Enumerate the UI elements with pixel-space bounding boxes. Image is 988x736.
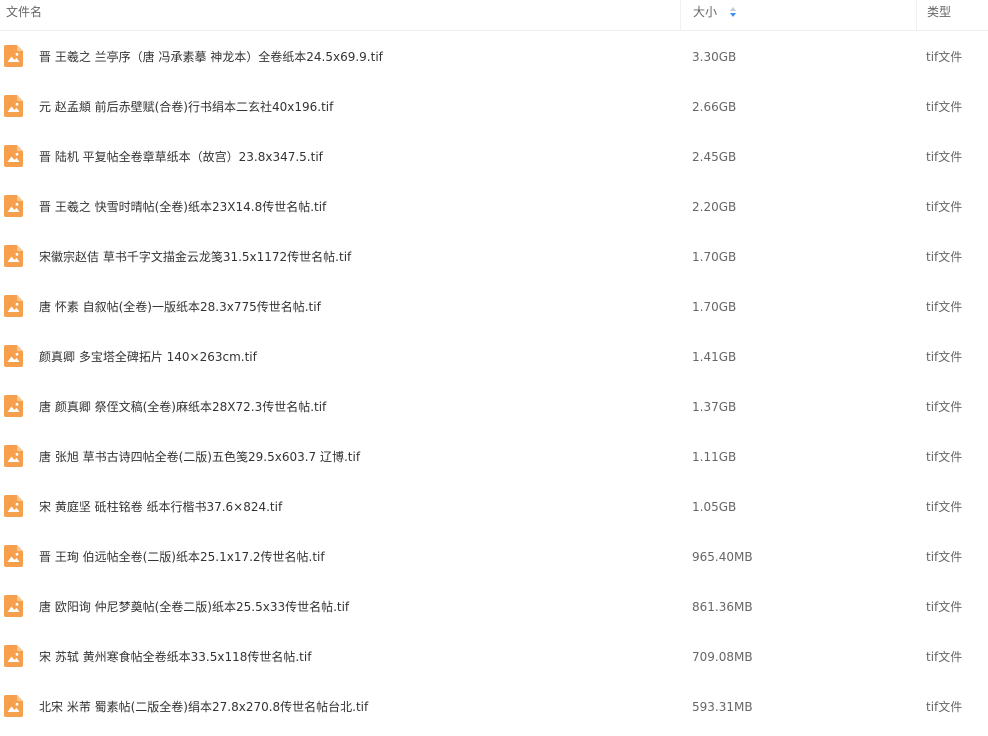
file-type: tif文件	[926, 400, 963, 414]
file-name[interactable]: 北宋 米芾 蜀素帖(二版全卷)绢本27.8x270.8传世名帖台北.tif	[39, 682, 368, 732]
file-type: tif文件	[926, 300, 963, 314]
image-file-icon	[4, 645, 23, 667]
file-size: 3.30GB	[692, 50, 737, 64]
image-file-icon	[4, 145, 23, 167]
file-row[interactable]: 晋 王羲之 兰亭序（唐 冯承素摹 神龙本）全卷纸本24.5x69.9.tif 3…	[0, 32, 988, 82]
file-name[interactable]: 晋 王珣 伯远帖全卷(二版)纸本25.1x17.2传世名帖.tif	[39, 532, 325, 582]
file-name[interactable]: 宋 黄庭坚 砥柱铭卷 纸本行楷书37.6×824.tif	[39, 482, 282, 532]
file-size: 1.11GB	[692, 450, 737, 464]
image-file-icon	[4, 695, 23, 717]
file-row[interactable]: 宋 苏轼 黄州寒食帖全卷纸本33.5x118传世名帖.tif 709.08MB …	[0, 632, 988, 682]
file-type: tif文件	[926, 350, 963, 364]
column-header-name[interactable]: 文件名	[0, 0, 680, 30]
file-name[interactable]: 唐 颜真卿 祭侄文稿(全卷)麻纸本28X72.3传世名帖.tif	[39, 382, 326, 432]
sort-descending-icon[interactable]	[729, 7, 736, 17]
file-name[interactable]: 晋 王羲之 兰亭序（唐 冯承素摹 神龙本）全卷纸本24.5x69.9.tif	[39, 32, 383, 82]
file-size: 965.40MB	[692, 550, 753, 564]
image-file-icon	[4, 245, 23, 267]
image-file-icon	[4, 595, 23, 617]
file-size: 2.66GB	[692, 100, 737, 114]
file-size: 1.70GB	[692, 250, 737, 264]
file-row[interactable]: 唐 张旭 草书古诗四帖全卷(二版)五色笺29.5x603.7 辽博.tif 1.…	[0, 432, 988, 482]
file-name[interactable]: 唐 怀素 自叙帖(全卷)一版纸本28.3x775传世名帖.tif	[39, 282, 321, 332]
file-type: tif文件	[926, 650, 963, 664]
file-type: tif文件	[926, 700, 963, 714]
column-header-type[interactable]: 类型	[916, 0, 988, 30]
image-file-icon	[4, 95, 23, 117]
file-size: 2.45GB	[692, 150, 737, 164]
file-type: tif文件	[926, 550, 963, 564]
file-size: 2.20GB	[692, 200, 737, 214]
file-row[interactable]: 唐 欧阳询 仲尼梦奠帖(全卷二版)纸本25.5x33传世名帖.tif 861.3…	[0, 582, 988, 632]
file-name[interactable]: 晋 陆机 平复帖全卷章草纸本（故宫）23.8x347.5.tif	[39, 132, 323, 182]
file-size: 1.05GB	[692, 500, 737, 514]
file-name[interactable]: 元 赵孟頫 前后赤壁赋(合卷)行书绢本二玄社40x196.tif	[39, 82, 333, 132]
file-list: 晋 王羲之 兰亭序（唐 冯承素摹 神龙本）全卷纸本24.5x69.9.tif 3…	[0, 32, 988, 732]
image-file-icon	[4, 195, 23, 217]
file-type: tif文件	[926, 600, 963, 614]
file-row[interactable]: 晋 陆机 平复帖全卷章草纸本（故宫）23.8x347.5.tif 2.45GB …	[0, 132, 988, 182]
file-row[interactable]: 北宋 米芾 蜀素帖(二版全卷)绢本27.8x270.8传世名帖台北.tif 59…	[0, 682, 988, 732]
file-row[interactable]: 唐 怀素 自叙帖(全卷)一版纸本28.3x775传世名帖.tif 1.70GB …	[0, 282, 988, 332]
image-file-icon	[4, 45, 23, 67]
file-size: 1.37GB	[692, 400, 737, 414]
file-type: tif文件	[926, 50, 963, 64]
file-size: 1.70GB	[692, 300, 737, 314]
file-name[interactable]: 宋徽宗赵佶 草书千字文描金云龙笺31.5x1172传世名帖.tif	[39, 232, 351, 282]
file-row[interactable]: 晋 王羲之 快雪时晴帖(全卷)纸本23X14.8传世名帖.tif 2.20GB …	[0, 182, 988, 232]
file-name[interactable]: 唐 欧阳询 仲尼梦奠帖(全卷二版)纸本25.5x33传世名帖.tif	[39, 582, 349, 632]
file-type: tif文件	[926, 250, 963, 264]
file-row[interactable]: 元 赵孟頫 前后赤壁赋(合卷)行书绢本二玄社40x196.tif 2.66GB …	[0, 82, 988, 132]
file-name[interactable]: 晋 王羲之 快雪时晴帖(全卷)纸本23X14.8传世名帖.tif	[39, 182, 326, 232]
image-file-icon	[4, 545, 23, 567]
file-size: 709.08MB	[692, 650, 753, 664]
file-name[interactable]: 唐 张旭 草书古诗四帖全卷(二版)五色笺29.5x603.7 辽博.tif	[39, 432, 360, 482]
file-name[interactable]: 颜真卿 多宝塔全碑拓片 140×263cm.tif	[39, 332, 257, 382]
column-header-type-label: 类型	[927, 5, 952, 19]
image-file-icon	[4, 495, 23, 517]
image-file-icon	[4, 345, 23, 367]
file-row[interactable]: 颜真卿 多宝塔全碑拓片 140×263cm.tif 1.41GB tif文件	[0, 332, 988, 382]
file-row[interactable]: 宋 黄庭坚 砥柱铭卷 纸本行楷书37.6×824.tif 1.05GB tif文…	[0, 482, 988, 532]
file-row[interactable]: 宋徽宗赵佶 草书千字文描金云龙笺31.5x1172传世名帖.tif 1.70GB…	[0, 232, 988, 282]
column-header-size[interactable]: 大小	[680, 0, 916, 30]
file-size: 593.31MB	[692, 700, 753, 714]
file-size: 1.41GB	[692, 350, 737, 364]
file-type: tif文件	[926, 500, 963, 514]
image-file-icon	[4, 395, 23, 417]
file-type: tif文件	[926, 450, 963, 464]
image-file-icon	[4, 445, 23, 467]
file-type: tif文件	[926, 100, 963, 114]
column-header-size-label: 大小	[693, 5, 718, 19]
file-name[interactable]: 宋 苏轼 黄州寒食帖全卷纸本33.5x118传世名帖.tif	[39, 632, 311, 682]
file-size: 861.36MB	[692, 600, 753, 614]
file-row[interactable]: 晋 王珣 伯远帖全卷(二版)纸本25.1x17.2传世名帖.tif 965.40…	[0, 532, 988, 582]
file-list-header: 文件名 大小 类型	[0, 0, 988, 31]
file-type: tif文件	[926, 150, 963, 164]
image-file-icon	[4, 295, 23, 317]
file-row[interactable]: 唐 颜真卿 祭侄文稿(全卷)麻纸本28X72.3传世名帖.tif 1.37GB …	[0, 382, 988, 432]
column-header-name-label: 文件名	[6, 5, 43, 19]
file-type: tif文件	[926, 200, 963, 214]
